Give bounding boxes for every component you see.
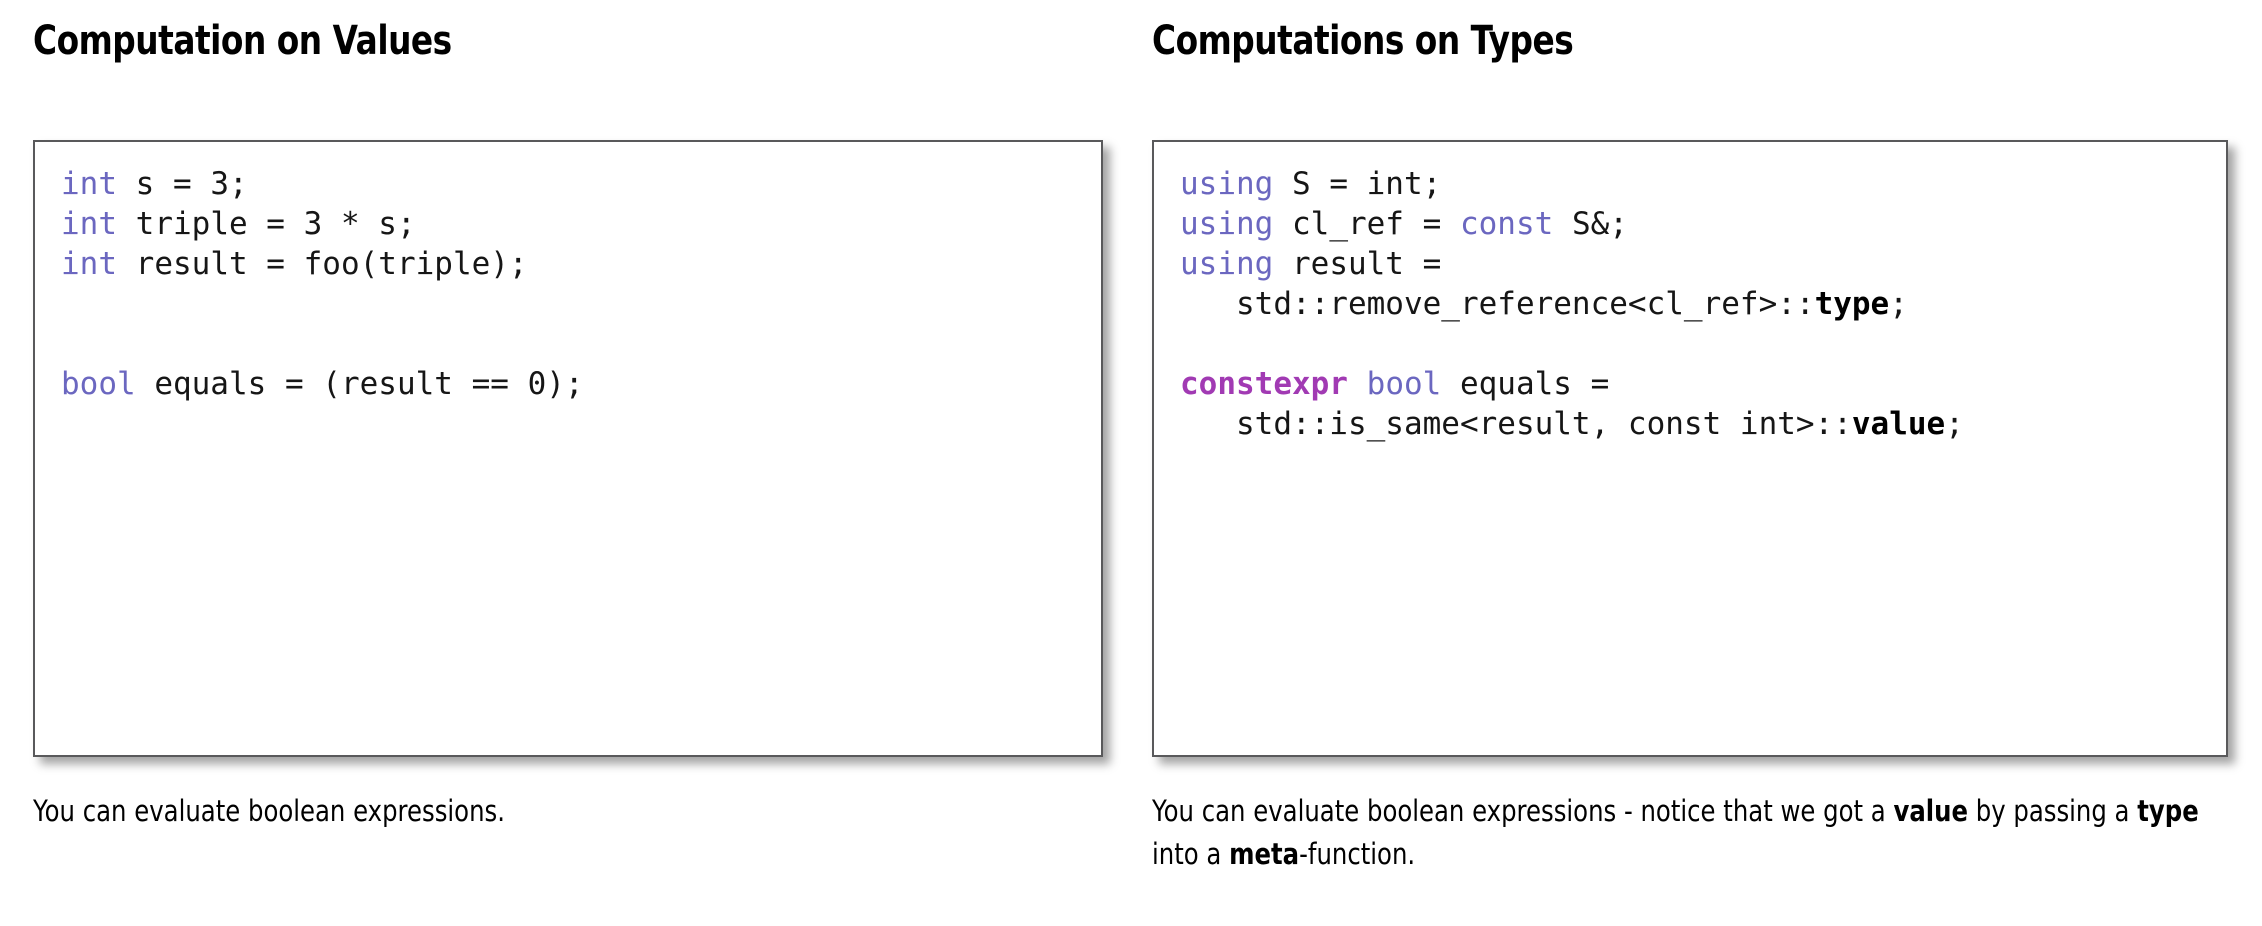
- column-computation-on-values: Computation on Values int s = 3; int trip…: [22, 0, 1108, 926]
- code-block-values: int s = 3; int triple = 3 * s; int result …: [33, 140, 1103, 757]
- caption-text: into a: [1152, 837, 1230, 871]
- code-line: int result = foo(triple);: [61, 244, 1095, 284]
- code-token-kw: bool: [61, 366, 136, 402]
- code-token-kw: bool: [1366, 366, 1442, 402]
- code-token: std::is_same<result, const int>::: [1180, 406, 1852, 442]
- caption-emphasis: meta: [1229, 837, 1300, 871]
- code-token: S&;: [1553, 206, 1628, 242]
- caption-values: You can evaluate boolean expressions.: [33, 790, 1108, 833]
- code-token-kw: const: [1459, 206, 1554, 242]
- code-token: result = foo(triple);: [117, 246, 528, 282]
- caption-emphasis: value: [1893, 794, 1969, 828]
- code-token: equals =: [1441, 366, 1610, 402]
- code-line: using cl_ref = const S&;: [1180, 204, 2220, 244]
- code-block-types: using S = int; using cl_ref = const S&; us…: [1152, 140, 2228, 757]
- caption-text: You can evaluate boolean expressions - n…: [1152, 794, 1894, 828]
- code-text-types: using S = int; using cl_ref = const S&; us…: [1180, 164, 2220, 444]
- code-token-kw: using: [1180, 206, 1274, 242]
- code-line: using result =: [1180, 244, 2220, 284]
- code-token: S = int;: [1273, 166, 1442, 202]
- code-line: std::is_same<result, const int>::value;: [1180, 404, 2220, 444]
- code-token: triple = 3 * s;: [117, 206, 416, 242]
- page-title-values: Computation on Values: [33, 18, 452, 64]
- code-token-kw: using: [1180, 166, 1274, 202]
- code-token-bold: type: [1814, 286, 1890, 322]
- code-token: ;: [1945, 406, 1964, 442]
- caption-types: You can evaluate boolean expressions - n…: [1152, 790, 2227, 876]
- code-token: cl_ref =: [1273, 206, 1460, 242]
- caption-text: by passing a: [1968, 794, 2138, 828]
- code-line: int triple = 3 * s;: [61, 204, 1095, 244]
- code-token-kw: int: [61, 246, 117, 282]
- caption-text: You can evaluate boolean expressions.: [33, 794, 505, 828]
- code-token-kw: int: [61, 206, 117, 242]
- slide-root: Computation on Values int s = 3; int trip…: [0, 0, 2262, 926]
- code-token-kw: int: [61, 166, 117, 202]
- code-token-kwb: constexpr: [1180, 366, 1348, 402]
- code-token-bold: value: [1851, 406, 1946, 442]
- code-line: constexpr bool equals =: [1180, 364, 2220, 404]
- code-line: using S = int;: [1180, 164, 2220, 204]
- code-line: std::remove_reference<cl_ref>::type;: [1180, 284, 2220, 324]
- page-title-types: Computations on Types: [1152, 18, 1574, 64]
- code-token: result =: [1273, 246, 1442, 282]
- code-token: equals = (result == 0);: [135, 366, 584, 402]
- column-computations-on-types: Computations on Types using S = int; usin…: [1141, 0, 2228, 926]
- code-token-kw: using: [1180, 246, 1274, 282]
- code-line: int s = 3;: [61, 164, 1095, 204]
- code-text-values: int s = 3; int triple = 3 * s; int result …: [61, 164, 1095, 404]
- code-token: s = 3;: [117, 166, 248, 202]
- code-token: ;: [1889, 286, 1908, 322]
- code-token: std::remove_reference<cl_ref>::: [1180, 286, 1815, 322]
- code-line: bool equals = (result == 0);: [61, 364, 1095, 404]
- caption-emphasis: type: [2137, 794, 2199, 828]
- caption-text: -function.: [1299, 837, 1416, 871]
